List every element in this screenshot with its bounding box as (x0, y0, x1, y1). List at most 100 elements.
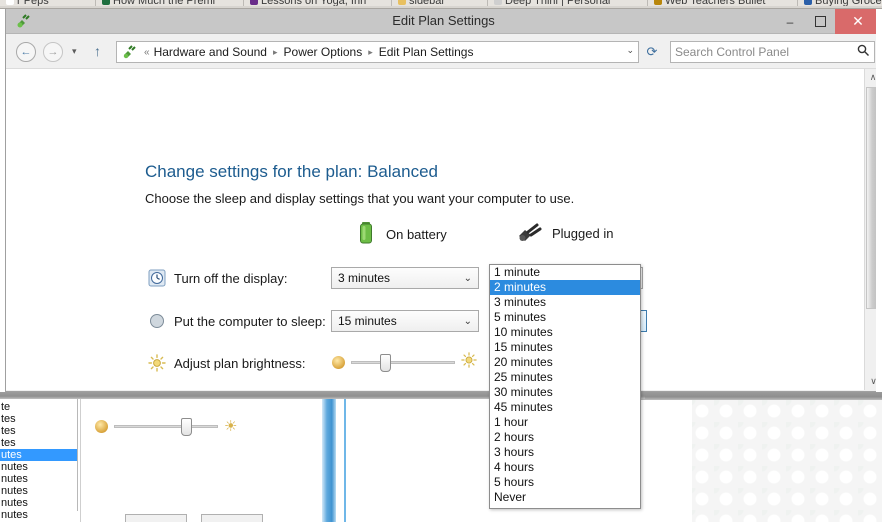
browser-tab-label: Web Teachers Bullet (665, 0, 766, 6)
dropdown-list-sleep-plugged-in[interactable]: 1 minute 2 minutes 3 minutes 5 minutes 10 mi… (489, 264, 641, 509)
setting-row-adjust-plan-brightness: Adjust plan brightness: (148, 354, 306, 372)
dropdown-option[interactable]: 3 hours (490, 445, 640, 460)
combo-value: 3 minutes (338, 271, 391, 285)
background-slider-track[interactable] (114, 417, 218, 436)
power-plug-icon (516, 221, 542, 246)
window-title: Edit Plan Settings (392, 13, 495, 28)
back-button[interactable]: ← (16, 42, 36, 62)
background-list-item[interactable]: nutes (0, 461, 77, 473)
slider-track[interactable] (351, 353, 455, 372)
breadcrumb-item-edit-plan-settings[interactable]: Edit Plan Settings (379, 45, 474, 59)
background-list-item[interactable]: tes (0, 413, 77, 425)
browser-tab-label: r Peps (17, 0, 49, 6)
refresh-button[interactable]: ⟳ (640, 41, 664, 63)
content-pane: Change settings for the plan: Balanced C… (6, 69, 881, 390)
breadcrumb[interactable]: « Hardware and Sound ▸ Power Options ▸ E… (116, 41, 639, 63)
dropdown-option[interactable]: 25 minutes (490, 370, 640, 385)
combo-value: 15 minutes (338, 314, 397, 328)
background-list-item[interactable]: nutes (0, 497, 77, 509)
browser-tab[interactable]: How Much the Premi (96, 0, 244, 6)
favicon-icon (102, 0, 110, 5)
dropdown-option[interactable]: 1 hour (490, 415, 640, 430)
dropdown-option[interactable]: 2 minutes (490, 280, 640, 295)
window-titlebar[interactable]: Edit Plan Settings – ✕ (6, 9, 881, 34)
combo-sleep-on-battery[interactable]: 15 minutes ⌄ (331, 310, 479, 332)
page-title: Change settings for the plan: Balanced (145, 162, 438, 181)
background-slider-thumb[interactable] (181, 417, 192, 436)
breadcrumb-item-hardware-and-sound[interactable]: Hardware and Sound (154, 45, 267, 59)
background-button-cancel[interactable] (201, 514, 264, 522)
chevron-down-icon[interactable]: ⌄ (464, 273, 472, 284)
chevron-down-icon[interactable]: ⌄ (626, 45, 634, 56)
close-button[interactable]: ✕ (835, 9, 881, 34)
browser-tab[interactable]: sidebar (392, 0, 488, 6)
browser-tab[interactable]: Deep Thinl | Personal (488, 0, 648, 6)
background-list-item[interactable]: tes (0, 425, 77, 437)
dropdown-option[interactable]: 2 hours (490, 430, 640, 445)
background-settings-pane: ☀ (80, 399, 324, 522)
background-power-options-window[interactable]: te tes tes tes utes nutes nutes nutes nutes nutes… (0, 399, 346, 522)
dropdown-option[interactable]: Never (490, 490, 640, 505)
clock-icon (148, 269, 166, 287)
navigation-bar: ← → ▾ ↑ « Hardware and Sound ▸ Power Opt… (6, 34, 881, 69)
search-input[interactable]: Search Control Panel (670, 41, 875, 63)
dropdown-option[interactable]: 3 minutes (490, 295, 640, 310)
dropdown-option[interactable]: 30 minutes (490, 385, 640, 400)
browser-tab[interactable]: Buying Groceries Emit (798, 0, 882, 6)
column-header-label: On battery (386, 227, 447, 242)
background-list-item[interactable]: te (0, 401, 77, 413)
background-scrollbar[interactable] (322, 399, 336, 522)
breadcrumb-overflow-icon[interactable]: « (144, 47, 150, 58)
breadcrumb-separator-icon[interactable]: ▸ (273, 47, 278, 58)
background-list-item[interactable]: nutes (0, 473, 77, 485)
dropdown-option[interactable]: 15 minutes (490, 340, 640, 355)
dropdown-option[interactable]: 20 minutes (490, 355, 640, 370)
page-subtitle: Choose the sleep and display settings th… (145, 191, 575, 206)
slider-thumb[interactable] (380, 353, 391, 372)
setting-label: Put the computer to sleep: (174, 313, 326, 329)
up-one-level-button[interactable]: ↑ (94, 43, 101, 59)
background-list-item[interactable]: nutes (0, 509, 77, 521)
favicon-icon (494, 0, 502, 5)
setting-row-turn-off-display: Turn off the display: (148, 269, 287, 287)
browser-tab[interactable]: Lessons on Yoga, Inn (244, 0, 392, 6)
background-list-item[interactable]: nutes (0, 485, 77, 497)
brightness-icon (148, 354, 166, 372)
background-button-ok[interactable] (125, 514, 187, 522)
low-brightness-icon (95, 419, 108, 433)
dropdown-option[interactable]: 5 minutes (490, 310, 640, 325)
chevron-down-icon[interactable]: ⌄ (464, 316, 472, 327)
forward-button[interactable]: → (43, 42, 63, 62)
browser-tab[interactable]: r Peps (0, 0, 96, 6)
maximize-button[interactable] (805, 9, 835, 34)
dropdown-option[interactable]: 45 minutes (490, 400, 640, 415)
control-panel-icon (121, 44, 137, 60)
dropdown-option[interactable]: 10 minutes (490, 325, 640, 340)
setting-label: Adjust plan brightness: (174, 355, 306, 371)
background-list-item[interactable]: utes (0, 449, 77, 461)
browser-tab-label: Deep Thinl | Personal (505, 0, 611, 6)
high-brightness-icon (461, 352, 477, 372)
combo-display-on-battery[interactable]: 3 minutes ⌄ (331, 267, 479, 289)
dropdown-option[interactable]: 5 hours (490, 475, 640, 490)
brightness-slider-on-battery[interactable] (332, 352, 477, 372)
background-brightness-slider[interactable]: ☀ (95, 417, 285, 436)
browser-tab-strip[interactable]: r Peps How Much the Premi Lessons on Yoga,… (0, 0, 882, 9)
recent-locations-icon[interactable]: ▾ (72, 46, 77, 57)
browser-tab[interactable]: Web Teachers Bullet (648, 0, 798, 6)
setting-label: Turn off the display: (174, 270, 288, 286)
favicon-icon (804, 0, 812, 5)
search-icon[interactable] (857, 44, 870, 60)
background-window-titlebar-right (641, 392, 882, 400)
favicon-icon (398, 0, 406, 5)
breadcrumb-separator-icon[interactable]: ▸ (368, 47, 373, 58)
favicon-icon (6, 0, 14, 5)
background-dropdown-list[interactable]: te tes tes tes utes nutes nutes nutes nutes nutes (0, 399, 78, 521)
background-list-item[interactable]: tes (0, 437, 77, 449)
dropdown-option[interactable]: 4 hours (490, 460, 640, 475)
browser-tab-label: Lessons on Yoga, Inn (261, 0, 367, 6)
favicon-icon (250, 0, 258, 5)
minimize-button[interactable]: – (775, 9, 805, 34)
dropdown-option[interactable]: 1 minute (490, 265, 640, 280)
breadcrumb-item-power-options[interactable]: Power Options (284, 45, 363, 59)
